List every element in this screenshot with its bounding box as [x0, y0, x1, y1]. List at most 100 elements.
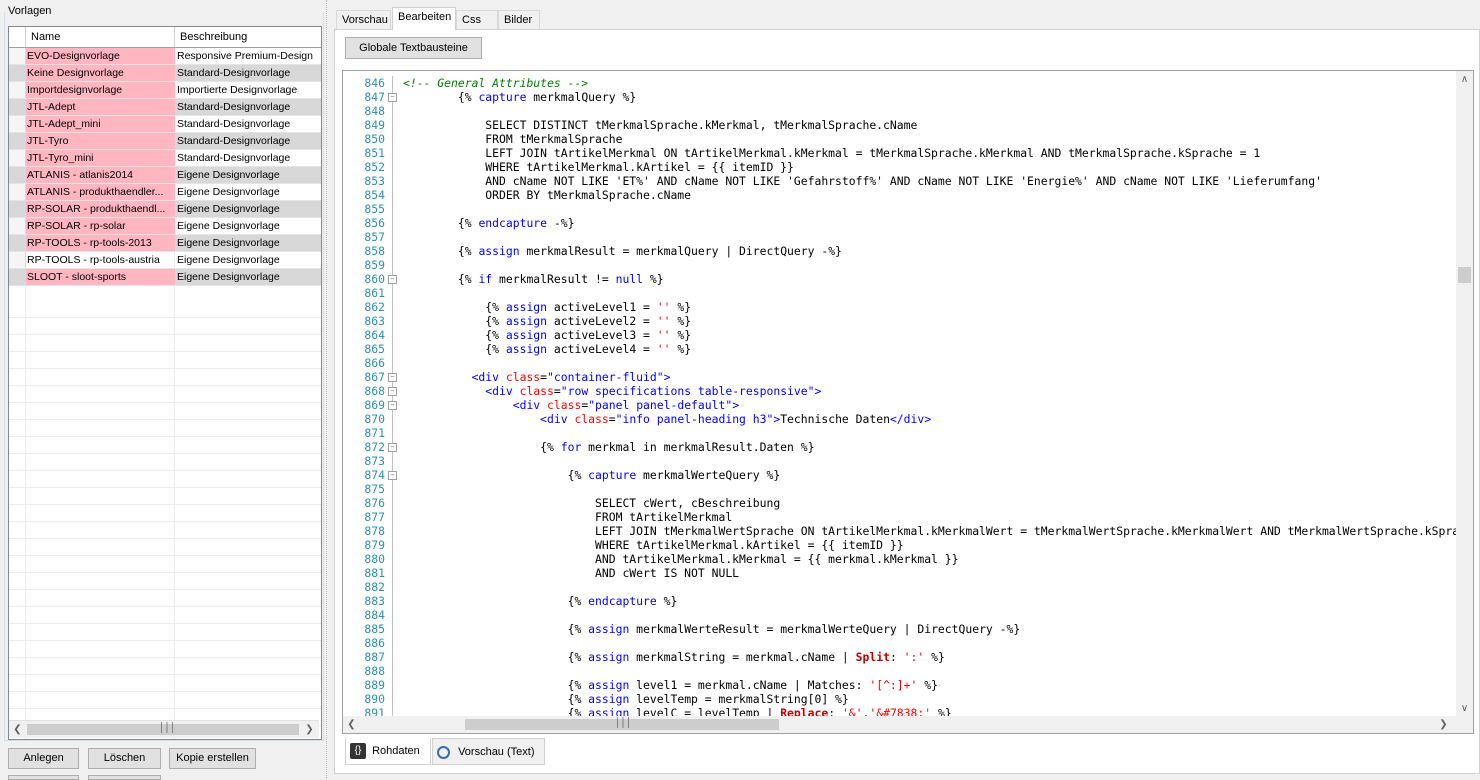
code-line[interactable]: 879 WHERE tArtikelMerkmal.kArtikel = {{ … — [343, 538, 1456, 552]
tab-preview[interactable]: Vorschau — [336, 10, 391, 29]
scroll-left-icon[interactable]: ❮ — [9, 721, 26, 738]
code-line[interactable]: 858 {% assign merkmalResult = merkmalQue… — [343, 244, 1456, 258]
code-line[interactable]: 848 — [343, 104, 1456, 118]
row-selector[interactable] — [9, 133, 26, 149]
fold-toggle-icon[interactable]: − — [388, 387, 397, 396]
code-line[interactable]: 864 {% assign activeLevel3 = '' %} — [343, 328, 1456, 342]
code-line[interactable]: 870 <div class="info panel-heading h3">T… — [343, 412, 1456, 426]
code-line[interactable]: 869− <div class="panel panel-default"> — [343, 398, 1456, 412]
row-selector[interactable] — [9, 201, 26, 217]
row-selector[interactable] — [9, 252, 26, 268]
table-row[interactable]: RP-TOOLS - rp-tools-austria Eigene Design… — [9, 252, 321, 269]
table-row[interactable]: SLOOT - sloot-sports Eigene Designvorlage — [9, 269, 321, 286]
row-selector[interactable] — [9, 48, 26, 64]
code-line[interactable]: 883 {% endcapture %} — [343, 594, 1456, 608]
table-row[interactable]: ATLANIS - atlanis2014 Eigene Designvorlag… — [9, 167, 321, 184]
table-row[interactable]: ATLANIS - produkthaendler... Eigene Desig… — [9, 184, 321, 201]
panel-splitter[interactable] — [326, 0, 331, 780]
tab-images[interactable]: Bilder — [498, 10, 540, 29]
table-row[interactable]: JTL-Adept_mini Standard-Designvorlage — [9, 116, 321, 133]
code-line[interactable]: 862 {% assign activeLevel1 = '' %} — [343, 300, 1456, 314]
code-line[interactable]: 863 {% assign activeLevel2 = '' %} — [343, 314, 1456, 328]
row-selector[interactable] — [9, 150, 26, 166]
code-editor[interactable]: 846 <!-- General Attributes --> 847− {% ca… — [342, 70, 1474, 734]
code-line[interactable]: 877 FROM tArtikelMerkmal — [343, 510, 1456, 524]
row-selector[interactable] — [9, 99, 26, 115]
code-line[interactable]: 887 {% assign merkmalString = merkmal.cN… — [343, 650, 1456, 664]
code-line[interactable]: 854 ORDER BY tMerkmalSprache.cName — [343, 188, 1456, 202]
scroll-down-icon[interactable]: ∨ — [1456, 700, 1473, 717]
code-line[interactable]: 878 LEFT JOIN tMerkmalWertSprache ON tAr… — [343, 524, 1456, 538]
table-row[interactable]: RP-SOLAR - produkthaendl... Eigene Design… — [9, 201, 321, 218]
table-row[interactable]: RP-TOOLS - rp-tools-2013 Eigene Designvor… — [9, 235, 321, 252]
code-line[interactable]: 866 — [343, 356, 1456, 370]
row-selector[interactable] — [9, 82, 26, 98]
editor-vertical-scrollbar[interactable]: ∧ ∨ — [1456, 71, 1473, 717]
code-line[interactable]: 885 {% assign merkmalWerteResult = merkm… — [343, 622, 1456, 636]
fold-toggle-icon[interactable]: − — [388, 443, 397, 452]
global-text-blocks-button[interactable]: Globale Textbausteine — [345, 37, 482, 59]
scroll-right-icon[interactable]: ❯ — [1435, 716, 1452, 733]
code-line[interactable]: 851 LEFT JOIN tArtikelMerkmal ON tArtike… — [343, 146, 1456, 160]
scroll-right-icon[interactable]: ❯ — [301, 721, 318, 738]
table-row[interactable]: EVO-Designvorlage Responsive Premium-Desi… — [9, 48, 321, 65]
code-line[interactable]: 872− {% for merkmal in merkmalResult.Dat… — [343, 440, 1456, 454]
fold-toggle-icon[interactable]: − — [388, 471, 397, 480]
editor-horizontal-scrollbar[interactable]: ❮ │││ ❯ — [343, 716, 1456, 733]
row-selector[interactable] — [9, 269, 26, 285]
row-selector[interactable] — [9, 116, 26, 132]
code-line[interactable]: 875 — [343, 482, 1456, 496]
copy-button[interactable]: Kopie erstellen — [169, 748, 256, 769]
table-row[interactable]: Keine Designvorlage Standard-Designvorlag… — [9, 65, 321, 82]
delete-button[interactable]: Löschen — [88, 748, 161, 769]
fold-toggle-icon[interactable]: − — [388, 373, 397, 382]
table-row[interactable]: JTL-Tyro_mini Standard-Designvorlage — [9, 150, 321, 167]
tab-edit[interactable]: Bearbeiten — [392, 7, 456, 30]
code-line[interactable]: 868− <div class="row specifications tabl… — [343, 384, 1456, 398]
code-line[interactable]: 889 {% assign level1 = merkmal.cName | M… — [343, 678, 1456, 692]
code-line[interactable]: 859 — [343, 258, 1456, 272]
table-row[interactable]: JTL-Adept Standard-Designvorlage — [9, 99, 321, 116]
add-button[interactable]: Anlegen — [8, 748, 79, 769]
templates-grid[interactable]: Name Beschreibung EVO-Designvorlage Respo… — [8, 26, 322, 740]
code-line[interactable]: 860− {% if merkmalResult != null %} — [343, 272, 1456, 286]
code-line[interactable]: 855 — [343, 202, 1456, 216]
code-line[interactable]: 886 — [343, 636, 1456, 650]
extra-button[interactable] — [8, 775, 79, 780]
column-header-description[interactable]: Beschreibung — [175, 27, 321, 47]
bottom-tab-text-preview[interactable]: Vorschau (Text) — [432, 738, 545, 765]
code-line[interactable]: 881 AND cWert IS NOT NULL — [343, 566, 1456, 580]
code-line[interactable]: 884 — [343, 608, 1456, 622]
column-header-name[interactable]: Name — [26, 27, 175, 47]
code-area[interactable]: 846 <!-- General Attributes --> 847− {% ca… — [343, 76, 1456, 718]
code-line[interactable]: 849 SELECT DISTINCT tMerkmalSprache.kMer… — [343, 118, 1456, 132]
code-line[interactable]: 873 — [343, 454, 1456, 468]
code-line[interactable]: 882 — [343, 580, 1456, 594]
code-line[interactable]: 852 WHERE tArtikelMerkmal.kArtikel = {{ … — [343, 160, 1456, 174]
scroll-thumb[interactable] — [1458, 267, 1471, 283]
scroll-up-icon[interactable]: ∧ — [1456, 71, 1473, 88]
code-line[interactable]: 871 — [343, 426, 1456, 440]
bottom-tab-raw[interactable]: {} Rohdaten — [345, 738, 431, 765]
row-selector[interactable] — [9, 167, 26, 183]
code-line[interactable]: 880 AND tArtikelMerkmal.kMerkmal = {{ me… — [343, 552, 1456, 566]
code-line[interactable]: 890 {% assign levelTemp = merkmalString[… — [343, 692, 1456, 706]
code-line[interactable]: 850 FROM tMerkmalSprache — [343, 132, 1456, 146]
table-row[interactable]: RP-SOLAR - rp-solar Eigene Designvorlage — [9, 218, 321, 235]
code-line[interactable]: 865 {% assign activeLevel4 = '' %} — [343, 342, 1456, 356]
row-selector[interactable] — [9, 235, 26, 251]
table-row[interactable]: JTL-Tyro Standard-Designvorlage — [9, 133, 321, 150]
fold-toggle-icon[interactable]: − — [388, 93, 397, 102]
grid-horizontal-scrollbar[interactable]: ❮ │││ ❯ — [9, 720, 319, 738]
code-line[interactable]: 867− <div class="container-fluid"> — [343, 370, 1456, 384]
code-line[interactable]: 846 <!-- General Attributes --> — [343, 76, 1456, 90]
fold-toggle-icon[interactable]: − — [388, 275, 397, 284]
fold-toggle-icon[interactable]: − — [388, 401, 397, 410]
code-line[interactable]: 857 — [343, 230, 1456, 244]
row-selector[interactable] — [9, 184, 26, 200]
scroll-left-icon[interactable]: ❮ — [343, 716, 360, 733]
tab-css[interactable]: Css — [456, 10, 498, 29]
code-line[interactable]: 856 {% endcapture -%} — [343, 216, 1456, 230]
code-line[interactable]: 847− {% capture merkmalQuery %} — [343, 90, 1456, 104]
table-row[interactable]: Importdesignvorlage Importierte Designvor… — [9, 82, 321, 99]
